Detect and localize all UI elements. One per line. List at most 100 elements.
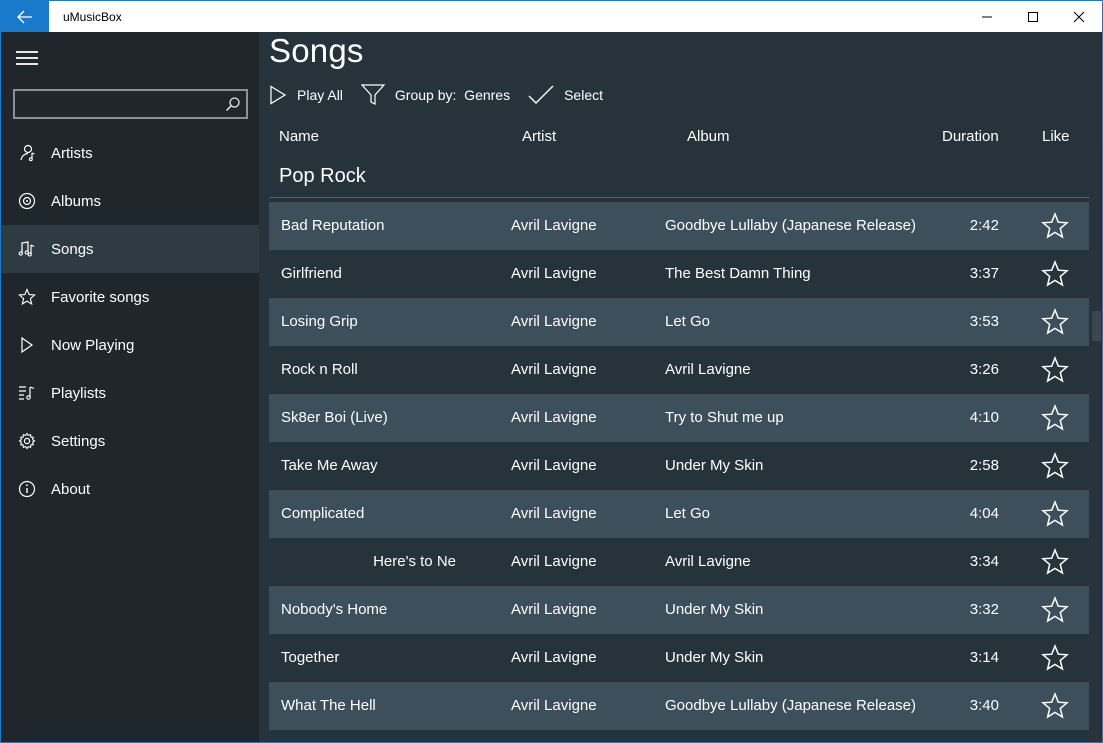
sidebar-item-label: Artists [51,144,93,162]
song-album: Goodbye Lullaby (Japanese Release) [665,697,916,714]
column-header-artist[interactable]: Artist [522,128,556,145]
table-row[interactable]: Here's to Ne Avril Lavigne Avril Lavigne… [269,538,1089,586]
table-row[interactable]: Complicated Avril Lavigne Let Go 4:04 [269,490,1089,538]
song-duration: 4:04 [969,505,999,522]
play-all-label: Play All [297,87,343,103]
song-artist: Avril Lavigne [511,697,597,714]
sidebar: Artists Albums Songs Favorite songs Now … [1,32,259,742]
song-name: Here's to Ne [373,553,456,570]
sidebar-item-artists[interactable]: Artists [1,129,259,177]
star-icon[interactable] [1041,692,1069,720]
scroll-thumb[interactable] [1092,311,1101,341]
table-row[interactable]: Losing Grip Avril Lavigne Let Go 3:53 [269,298,1089,346]
star-icon[interactable] [1041,260,1069,288]
table-row[interactable]: Sk8er Boi (Live) Avril Lavigne Try to Sh… [269,394,1089,442]
page-title: Songs [269,32,364,69]
sidebar-item-label: Settings [51,432,106,450]
table-row[interactable]: What The Hell Avril Lavigne Goodbye Lull… [269,682,1089,730]
song-album: Under My Skin [665,649,764,666]
table-row[interactable]: Bad Reputation Avril Lavigne Goodbye Lul… [269,202,1089,250]
maximize-button[interactable] [1010,1,1056,32]
song-artist: Avril Lavigne [511,457,597,474]
checkmark-icon [528,85,554,105]
sidebar-item-favorite-songs[interactable]: Favorite songs [1,273,259,321]
sidebar-item-label: Playlists [51,384,107,402]
star-icon[interactable] [1041,500,1069,528]
select-button[interactable]: Select [528,80,603,110]
table-row[interactable]: Nobody's Home Avril Lavigne Under My Ski… [269,586,1089,634]
star-icon[interactable] [1041,404,1069,432]
sidebar-item-settings[interactable]: Settings [1,417,259,465]
search-input[interactable] [15,91,215,117]
app-title: uMusicBox [63,9,122,24]
close-button[interactable] [1056,1,1102,32]
star-icon[interactable] [1041,452,1069,480]
app-window: uMusicBox Artists Albums Songs Favorite … [0,0,1103,743]
column-headers: Name Artist Album Duration Like [259,128,1089,150]
song-album: Goodbye Lullaby (Japanese Release) [665,217,916,234]
scrollbar[interactable] [1090,150,1102,742]
star-icon[interactable] [1041,356,1069,384]
table-row[interactable]: Together Avril Lavigne Under My Skin 3:1… [269,634,1089,682]
song-album: Try to Shut me up [665,409,784,426]
sidebar-item-playlists[interactable]: Playlists [1,369,259,417]
song-album: The Best Damn Thing [665,265,811,282]
table-row[interactable]: Rock n Roll Avril Lavigne Avril Lavigne … [269,346,1089,394]
sidebar-item-now-playing[interactable]: Now Playing [1,321,259,369]
sidebar-item-albums[interactable]: Albums [1,177,259,225]
sidebar-item-label: Songs [51,240,94,258]
select-label: Select [564,87,604,103]
table-row[interactable]: Take Me Away Avril Lavigne Under My Skin… [269,442,1089,490]
back-arrow-icon [17,10,32,23]
album-icon [1,192,51,210]
song-artist: Avril Lavigne [511,601,597,618]
close-icon [1073,11,1085,22]
column-header-album[interactable]: Album [687,128,730,145]
song-album: Let Go [665,505,711,522]
back-button[interactable] [1,1,49,32]
song-duration: 4:10 [969,409,999,426]
star-icon [1,288,51,306]
group-by-label: Group by: Genres [394,87,511,103]
song-name: What The Hell [281,697,376,714]
main-content: Songs Play All Group by: Genres Select N… [259,32,1102,742]
search-icon[interactable] [225,96,241,112]
minimize-icon [982,16,992,17]
play-all-button[interactable]: Play All [269,80,343,110]
group-divider [269,197,1089,198]
sidebar-item-songs[interactable]: Songs [1,225,259,273]
song-artist: Avril Lavigne [511,505,597,522]
column-header-like[interactable]: Like [1042,128,1070,145]
song-album: Under My Skin [665,601,764,618]
song-artist: Avril Lavigne [511,217,597,234]
column-header-name[interactable]: Name [279,128,319,145]
song-duration: 3:37 [969,265,999,282]
song-album: Avril Lavigne [665,553,751,570]
song-artist: Avril Lavigne [511,553,597,570]
song-name: Take Me Away [281,457,378,474]
column-header-duration[interactable]: Duration [942,128,999,145]
play-icon [1,336,51,354]
search-box[interactable] [13,89,248,119]
star-icon[interactable] [1041,308,1069,336]
group-by-button[interactable]: Group by: Genres [360,80,511,110]
song-name: Losing Grip [281,313,358,330]
song-name: Bad Reputation [281,217,385,234]
song-duration: 2:58 [969,457,999,474]
song-artist: Avril Lavigne [511,649,597,666]
table-row[interactable]: Girlfriend Avril Lavigne The Best Damn T… [269,250,1089,298]
play-icon [269,85,287,105]
song-artist: Avril Lavigne [511,265,597,282]
song-album: Let Go [665,313,711,330]
sidebar-item-about[interactable]: About [1,465,259,513]
minimize-button[interactable] [964,1,1010,32]
star-icon[interactable] [1041,212,1069,240]
star-icon[interactable] [1041,548,1069,576]
song-list: Bad Reputation Avril Lavigne Goodbye Lul… [269,202,1089,730]
sidebar-item-label: Favorite songs [51,288,150,306]
star-icon[interactable] [1041,644,1069,672]
toolbar: Play All Group by: Genres Select [269,80,621,110]
hamburger-menu-button[interactable] [16,50,38,66]
star-icon[interactable] [1041,596,1069,624]
song-artist: Avril Lavigne [511,313,597,330]
